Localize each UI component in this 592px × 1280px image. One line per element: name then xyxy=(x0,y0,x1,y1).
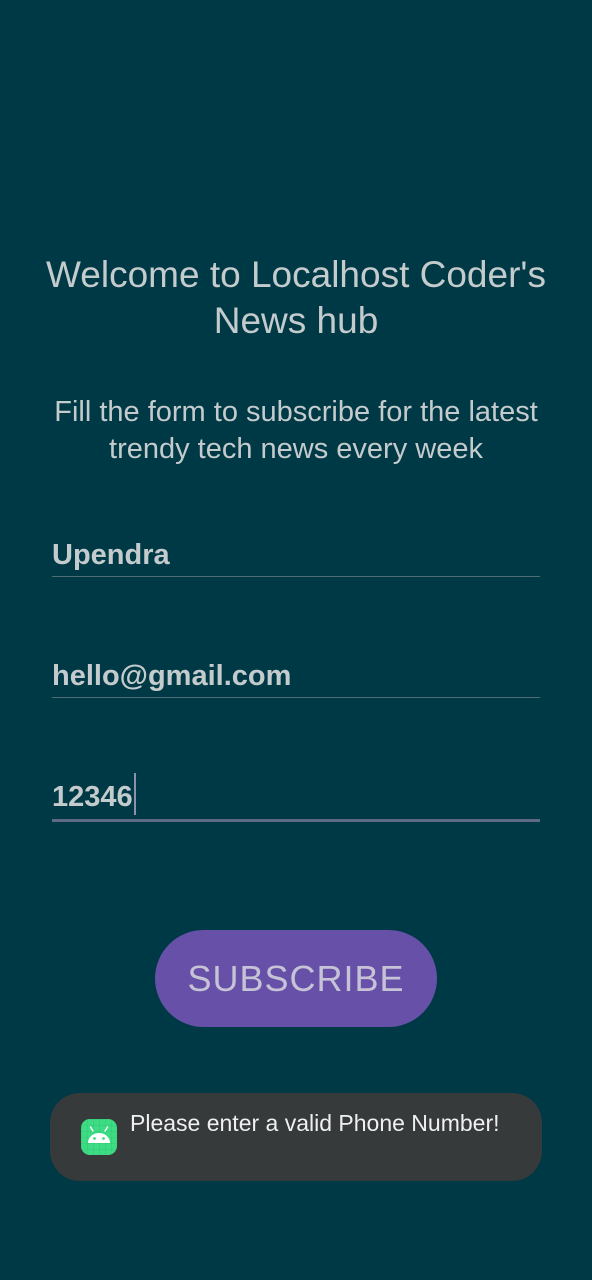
name-field[interactable]: Upendra xyxy=(52,528,540,577)
subscribe-instructions: Fill the form to subscribe for the lates… xyxy=(54,396,538,465)
text-cursor xyxy=(133,773,136,815)
toast-message: Please enter a valid Phone Number! xyxy=(130,1110,500,1136)
phone-field[interactable]: 12346 xyxy=(52,771,540,822)
name-input-value: Upendra xyxy=(52,539,170,571)
subscribe-button[interactable]: SUBSCRIBE xyxy=(155,930,437,1027)
email-field[interactable]: hello@gmail.com xyxy=(52,649,540,698)
toast-notification: Please enter a valid Phone Number! xyxy=(50,1093,542,1181)
welcome-title: Welcome to Localhost Coder's News hub xyxy=(46,254,546,341)
android-app-icon xyxy=(81,1119,117,1155)
email-input-value: hello@gmail.com xyxy=(52,660,292,692)
phone-input-wrapper: 12346 xyxy=(52,773,136,815)
phone-input-value: 12346 xyxy=(52,781,133,813)
